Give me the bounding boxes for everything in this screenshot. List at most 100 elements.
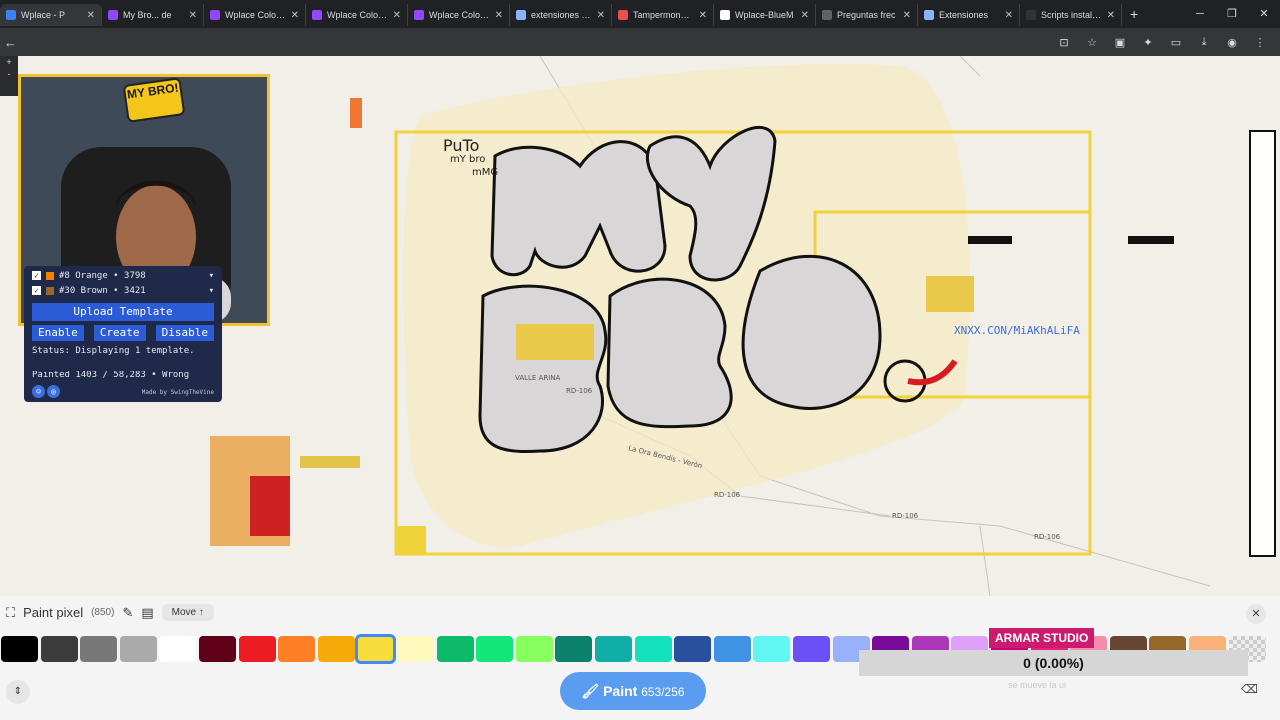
palette-color-swatch[interactable]	[1, 636, 38, 662]
palette-color-swatch[interactable]	[199, 636, 236, 662]
close-panel-icon[interactable]: ✕	[1246, 604, 1266, 624]
layers-icon[interactable]: ▤	[141, 605, 153, 621]
palette-color-swatch[interactable]	[119, 636, 157, 662]
checkbox-icon[interactable]: ✓	[32, 271, 41, 280]
move-button[interactable]: Move ↑	[161, 604, 214, 621]
tab-close-icon[interactable]: ✕	[903, 10, 911, 21]
palette-color-swatch[interactable]	[238, 636, 276, 662]
tab-close-icon[interactable]: ✕	[189, 10, 197, 21]
minimize-icon[interactable]: ─	[1184, 0, 1216, 28]
tab-close-icon[interactable]: ✕	[699, 10, 707, 21]
chevron-down-icon[interactable]: ▾	[209, 286, 214, 296]
browser-tab[interactable]: Wplace Color C ✕	[306, 4, 408, 26]
paint-button[interactable]: 🖌 Paint 653/256	[560, 672, 706, 710]
paint-button-label: Paint	[603, 683, 638, 699]
enable-button[interactable]: Enable	[32, 325, 84, 341]
ghost-text: se mueve la ui	[1008, 680, 1067, 690]
tab-label: extensiones - B	[531, 10, 592, 20]
browser-tab[interactable]: Wplace-BlueM ✕	[714, 4, 816, 26]
strip-plus-icon[interactable]: +	[0, 56, 18, 68]
checkbox-icon[interactable]: ✓	[32, 286, 41, 295]
palette-color-swatch[interactable]	[80, 636, 118, 662]
percent-text: 0 (0.00%)	[1023, 655, 1084, 671]
tab-close-icon[interactable]: ✕	[1005, 10, 1013, 21]
rainbow-flag	[350, 98, 362, 128]
tab-label: Extensiones	[939, 10, 989, 20]
palette-color-swatch[interactable]	[40, 636, 78, 662]
browser-tab[interactable]: Wplace - P ✕	[0, 4, 102, 26]
map-canvas[interactable]: PuTo mY bro mMG XNXX.CON/MiAKhALiFA VALL…	[0, 56, 1280, 596]
palette-color-swatch[interactable]	[674, 636, 712, 662]
new-tab-button[interactable]: +	[1122, 6, 1146, 22]
avatar-icon[interactable]: ☺	[32, 385, 45, 398]
palette-color-swatch[interactable]	[278, 636, 316, 662]
browser-tab[interactable]: Preguntas frec ✕	[816, 4, 918, 26]
palette-color-swatch[interactable]	[595, 636, 632, 662]
tampermonkey-icon	[1026, 10, 1036, 20]
tab-label: Wplace - P	[21, 10, 66, 20]
browser-tab[interactable]: Wplace Color C ✕	[204, 4, 306, 26]
back-icon[interactable]: ←	[0, 35, 20, 50]
tab-close-icon[interactable]: ✕	[597, 10, 605, 21]
browser-tab[interactable]: Tampermonkey ✕	[612, 4, 714, 26]
palette-color-swatch[interactable]	[515, 636, 553, 662]
expand-icon[interactable]: ⇕	[6, 680, 30, 704]
install-app-icon[interactable]: ⊡	[1052, 36, 1076, 49]
tab-close-icon[interactable]: ✕	[393, 10, 401, 21]
tab-close-icon[interactable]: ✕	[801, 10, 809, 21]
browser-tab[interactable]: Extensiones ✕	[918, 4, 1020, 26]
chevron-down-icon[interactable]: ▾	[209, 271, 214, 281]
menu-kebab-icon[interactable]: ⋮	[1248, 36, 1272, 49]
tab-close-icon[interactable]: ✕	[291, 10, 299, 21]
download-icon[interactable]: ⤓	[1192, 36, 1216, 49]
template-color-list: ✓ #8 Orange • 3798 ▾ ✓ #30 Brown • 3421 ▾	[24, 266, 222, 298]
extension-badge-icon[interactable]: ▣	[1108, 36, 1132, 49]
palette-color-swatch[interactable]	[317, 636, 355, 662]
palette-color-swatch[interactable]	[634, 636, 672, 662]
tab-close-icon[interactable]: ✕	[495, 10, 503, 21]
tab-label: Wplace-BlueM	[735, 10, 794, 20]
palette-color-swatch[interactable]	[476, 636, 514, 662]
template-actions: Enable Create Disable	[32, 325, 214, 341]
palette-color-swatch[interactable]	[436, 636, 474, 662]
create-button[interactable]: Create	[93, 325, 146, 341]
palette-color-swatch[interactable]	[793, 636, 830, 662]
profile-icon[interactable]: ◉	[1220, 36, 1244, 49]
close-window-icon[interactable]: ✕	[1248, 0, 1280, 28]
template-color-row[interactable]: ✓ #30 Brown • 3421 ▾	[24, 283, 222, 298]
made-by-label: Made by SwingTheVine	[141, 389, 214, 396]
doc-icon	[822, 10, 832, 20]
browser-tab[interactable]: My Bro... de ✕	[102, 4, 204, 26]
browser-tab[interactable]: Wplace Color C ✕	[408, 4, 510, 26]
painted-progress-text: Painted 1403 / 58,283 • Wrong	[32, 371, 190, 379]
template-color-row[interactable]: ✓ #8 Orange • 3798 ▾	[24, 268, 222, 283]
bookmark-star-icon[interactable]: ☆	[1080, 36, 1104, 49]
browser-tab[interactable]: extensiones - B ✕	[510, 4, 612, 26]
paint-pixel-label: Paint pixel	[23, 605, 84, 620]
tab-close-icon[interactable]: ✕	[1107, 10, 1115, 21]
palette-color-swatch[interactable]	[355, 634, 397, 664]
maximize-icon[interactable]: ❐	[1216, 0, 1248, 28]
extensions-puzzle-icon[interactable]: ✦	[1136, 36, 1160, 49]
palette-color-swatch[interactable]	[753, 636, 791, 662]
globe-icon[interactable]: ◎	[47, 385, 60, 398]
disable-button[interactable]: Disable	[155, 325, 214, 341]
palette-color-swatch[interactable]	[555, 636, 593, 662]
tab-label: Preguntas frec	[837, 10, 896, 20]
paint-pixel-count: (850)	[91, 607, 115, 618]
split-view-icon[interactable]: ▭	[1164, 36, 1188, 49]
panel-footer-icons: ☺ ◎	[32, 385, 60, 398]
eyedropper-icon[interactable]: ✎	[122, 605, 133, 621]
twitch-icon	[210, 10, 220, 20]
upload-template-button[interactable]: Upload Template	[32, 303, 214, 321]
browser-tab[interactable]: Scripts instalad ✕	[1020, 4, 1122, 26]
eraser-icon[interactable]: ⌫	[1241, 682, 1258, 696]
palette-color-swatch[interactable]	[713, 636, 751, 662]
tab-close-icon[interactable]: ✕	[87, 10, 95, 21]
search-icon	[516, 10, 526, 20]
palette-color-swatch[interactable]	[159, 636, 197, 662]
overlay-title: ARMAR STUDIO	[989, 628, 1095, 648]
collapse-icon[interactable]: ⛶	[6, 605, 15, 621]
strip-minus-icon[interactable]: -	[0, 68, 18, 80]
palette-color-swatch[interactable]	[397, 636, 434, 662]
